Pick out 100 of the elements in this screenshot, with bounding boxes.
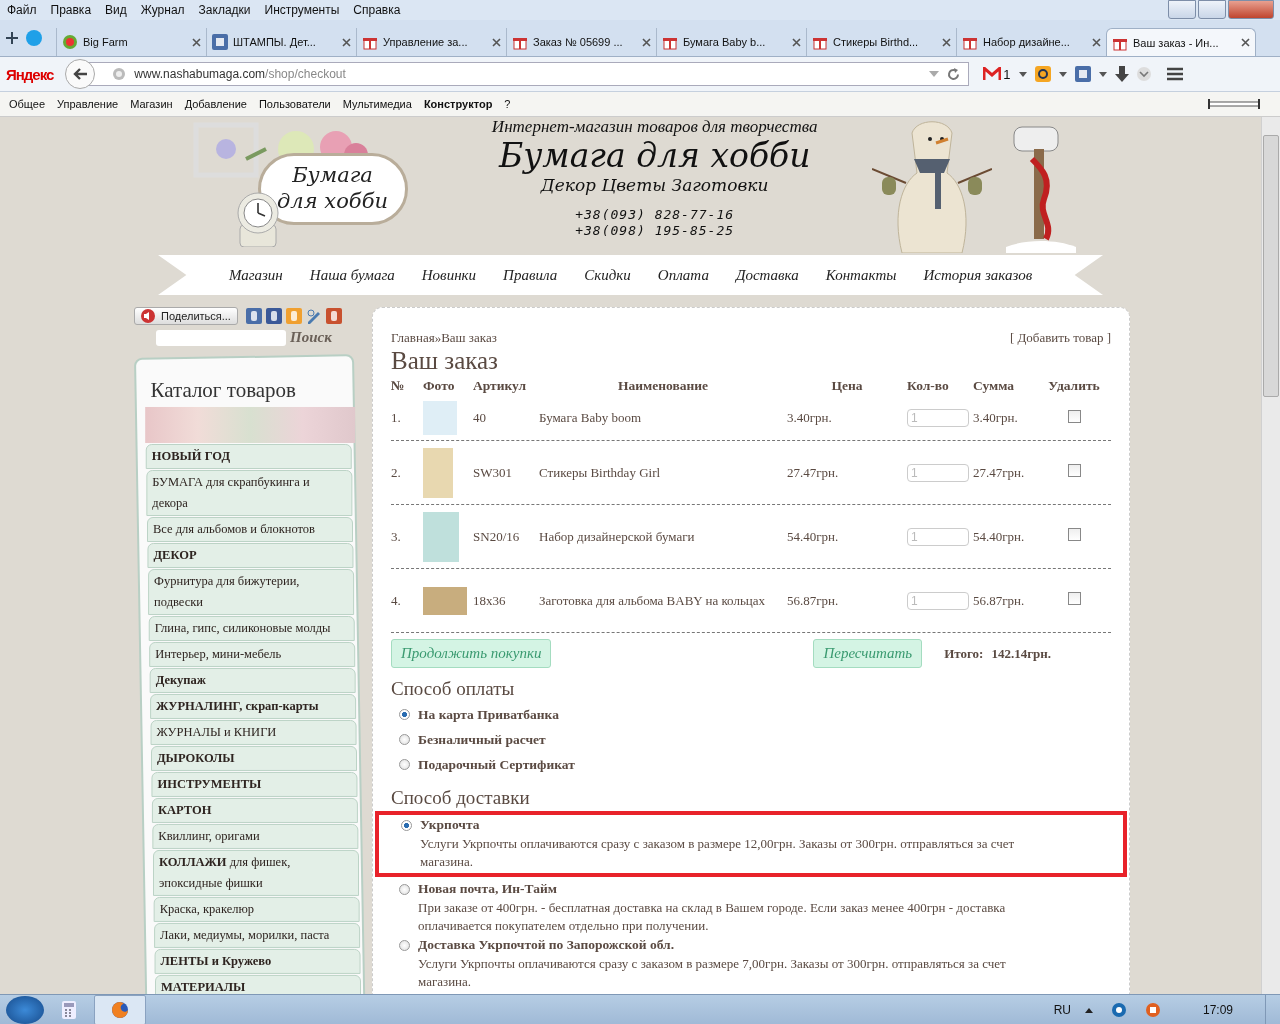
- close-icon[interactable]: [642, 37, 651, 47]
- browser-tab[interactable]: Заказ № 05699 ...: [506, 28, 656, 56]
- catalog-item[interactable]: Интерьер, мини-мебель: [149, 642, 356, 667]
- toolbar-link[interactable]: Мультимедиа: [336, 98, 418, 110]
- toolbar-link[interactable]: Магазин: [124, 98, 179, 110]
- delete-checkbox[interactable]: [1067, 464, 1081, 477]
- catalog-item[interactable]: МАТЕРИАЛЫ: [155, 974, 361, 994]
- browser-tab[interactable]: ШТАМПЫ. Дет...: [206, 28, 356, 56]
- pencil-icon[interactable]: [305, 308, 322, 324]
- start-button[interactable]: [6, 996, 44, 1024]
- catalog-item[interactable]: ЖУРНАЛИНГ, скрап-карты: [150, 693, 357, 719]
- minimize-button[interactable]: [1168, 0, 1196, 19]
- close-button[interactable]: [1228, 0, 1274, 19]
- nav-link[interactable]: Магазин: [228, 266, 283, 284]
- scrollbar[interactable]: [1261, 117, 1280, 994]
- scrollbar-thumb[interactable]: [1263, 135, 1279, 397]
- catalog-item[interactable]: БУМАГА для скрапбукинга и декора: [146, 470, 353, 516]
- dropdown-caret-icon[interactable]: [929, 71, 940, 77]
- browser-tab[interactable]: Набор дизайне...: [956, 28, 1106, 56]
- catalog-item[interactable]: КОЛЛАЖИ для фишек, эпоксидные фишки: [153, 849, 359, 896]
- catalog-item[interactable]: ДЕКОР: [147, 543, 354, 568]
- add-product-link[interactable]: [ Добавить товар ]: [1009, 330, 1111, 346]
- catalog-item[interactable]: ИНСТРУМЕНТЫ: [151, 771, 358, 797]
- caret-icon[interactable]: [1098, 71, 1107, 77]
- radio-button[interactable]: [401, 819, 412, 831]
- catalog-item[interactable]: Все для альбомов и блокнотов: [147, 517, 354, 542]
- menu-item[interactable]: Закладки: [191, 3, 258, 17]
- delete-checkbox[interactable]: [1067, 528, 1081, 541]
- breadcrumb-item[interactable]: Главная: [391, 330, 435, 345]
- brand-logo[interactable]: Яндекс: [6, 65, 54, 83]
- close-icon[interactable]: [492, 37, 501, 47]
- toolbar-link[interactable]: Добавление: [178, 98, 253, 110]
- close-icon[interactable]: [942, 37, 951, 47]
- social-icon[interactable]: [265, 308, 282, 324]
- menu-item[interactable]: Правка: [43, 3, 99, 17]
- logo-label[interactable]: Бумага для хобби: [257, 153, 408, 225]
- tray-icon[interactable]: [1144, 1002, 1161, 1018]
- toolbar-link[interactable]: Управление: [51, 98, 125, 110]
- social-icon[interactable]: [1074, 66, 1091, 82]
- radio-button[interactable]: [399, 939, 410, 951]
- back-button[interactable]: [65, 59, 96, 89]
- catalog-item[interactable]: Лаки, медиумы, морилки, паста: [154, 922, 361, 948]
- nav-link[interactable]: Контакты: [825, 266, 897, 284]
- toolbar-link[interactable]: ?: [498, 98, 517, 110]
- radio-button[interactable]: [399, 709, 410, 720]
- reload-icon[interactable]: [947, 67, 961, 81]
- toolbar-link[interactable]: Пользователи: [252, 98, 337, 110]
- radio-button[interactable]: [399, 759, 410, 770]
- new-tab-icon[interactable]: [6, 32, 18, 44]
- search-field[interactable]: [156, 329, 286, 346]
- nav-link[interactable]: Наша бумага: [309, 266, 395, 284]
- social-icon[interactable]: [245, 308, 262, 324]
- delete-checkbox[interactable]: [1067, 592, 1081, 605]
- search-button[interactable]: Поиск: [290, 329, 332, 346]
- nav-link[interactable]: Скидки: [584, 266, 631, 284]
- caret-icon[interactable]: [1058, 71, 1067, 77]
- nav-link[interactable]: История заказов: [923, 266, 1033, 284]
- download-arrow-icon[interactable]: [1114, 66, 1129, 82]
- radio-button[interactable]: [399, 883, 410, 895]
- catalog-item[interactable]: Глина, гипс, силиконовые молды: [148, 616, 355, 641]
- nav-link[interactable]: Доставка: [735, 266, 799, 284]
- menu-icon[interactable]: [1166, 67, 1183, 81]
- browser-tab[interactable]: Big Farm: [56, 28, 206, 56]
- catalog-item[interactable]: ЖУРНАЛЫ и КНИГИ: [150, 719, 357, 745]
- language-indicator[interactable]: RU: [1053, 1003, 1071, 1017]
- browser-tab[interactable]: Ваш заказ - Ин...: [1106, 28, 1256, 56]
- close-icon[interactable]: [792, 37, 801, 47]
- share-button[interactable]: Поделиться...: [134, 307, 238, 325]
- catalog-item[interactable]: Квиллинг, оригами: [152, 823, 359, 849]
- nav-link[interactable]: Оплата: [657, 266, 709, 284]
- close-icon[interactable]: [342, 37, 351, 47]
- catalog-item[interactable]: Краска, кракелюр: [153, 896, 360, 922]
- close-icon[interactable]: [1241, 38, 1250, 47]
- catalog-item[interactable]: НОВЫЙ ГОД: [145, 444, 352, 469]
- menu-item[interactable]: Инструменты: [257, 3, 347, 17]
- nav-link[interactable]: Новинки: [421, 266, 477, 284]
- address-field[interactable]: www.nashabumaga.com/shop/checkout: [89, 62, 970, 86]
- tray-icon[interactable]: [1110, 1002, 1127, 1018]
- browser-tab[interactable]: Бумага Baby b...: [656, 28, 806, 56]
- toolbar-link[interactable]: Общее: [3, 98, 52, 110]
- catalog-item[interactable]: Декупаж: [149, 668, 356, 693]
- catalog-item[interactable]: ЛЕНТЫ и Кружево: [154, 948, 361, 974]
- chevron-down-icon[interactable]: [1136, 67, 1151, 81]
- browser-tab[interactable]: Управление за...: [356, 28, 506, 56]
- catalog-item[interactable]: Фурнитура для бижутерии, подвески: [148, 569, 355, 615]
- menu-item[interactable]: Журнал: [133, 3, 192, 17]
- slider-icon[interactable]: [1208, 99, 1260, 109]
- catalog-item[interactable]: КАРТОН: [151, 797, 358, 823]
- nav-link[interactable]: Правила: [503, 266, 558, 284]
- menu-item[interactable]: Справка: [346, 3, 408, 17]
- menu-item[interactable]: Файл: [0, 3, 44, 17]
- close-icon[interactable]: [1092, 37, 1101, 47]
- maximize-button[interactable]: [1198, 0, 1226, 19]
- taskbar-app[interactable]: [94, 995, 146, 1024]
- caret-icon[interactable]: [1018, 71, 1027, 77]
- mail-button[interactable]: 1: [983, 66, 1011, 82]
- menu-item[interactable]: Вид: [98, 3, 134, 17]
- delete-checkbox[interactable]: [1067, 409, 1081, 423]
- social-icon[interactable]: [325, 308, 342, 324]
- toolbar-link[interactable]: Конструктор: [417, 98, 499, 110]
